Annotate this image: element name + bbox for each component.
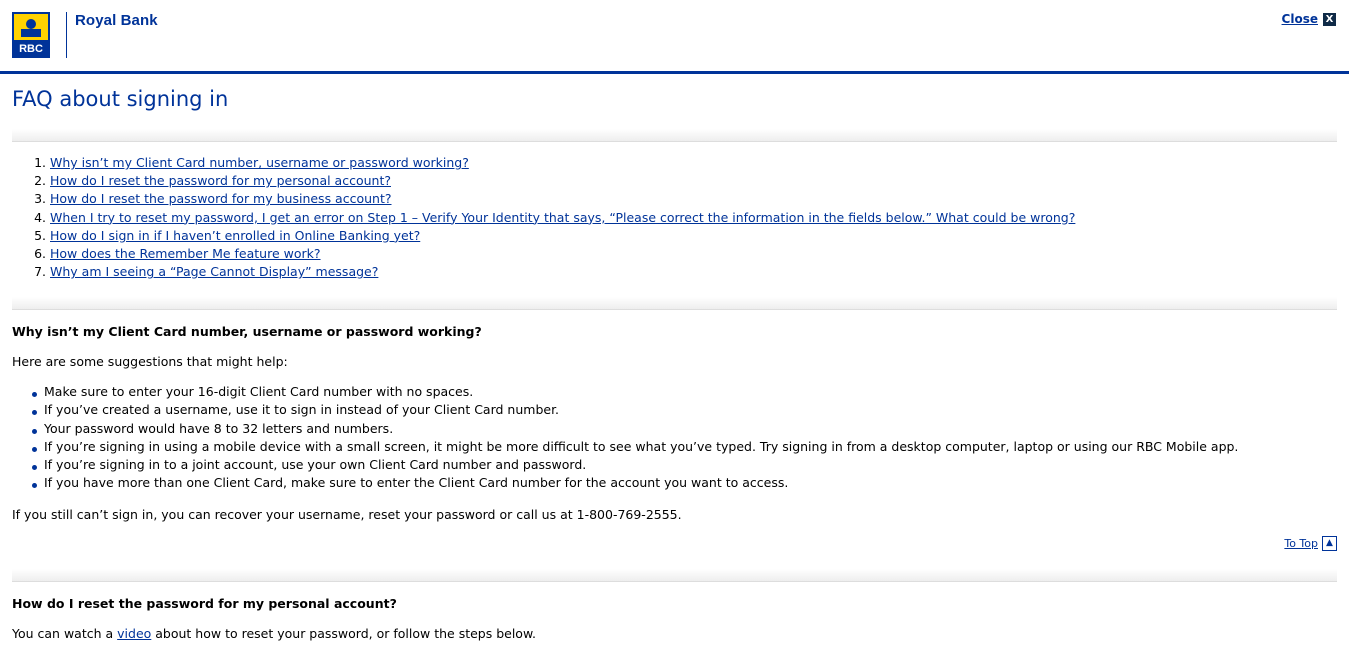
rbc-logo-icon: RBC [12, 12, 50, 58]
toc-item: When I try to reset my password, I get a… [50, 209, 1075, 227]
toc-item: Why isn’t my Client Card number, usernam… [50, 154, 1075, 172]
list-item-text: Make sure to enter your 16-digit Client … [44, 384, 474, 399]
toc-item: How do I sign in if I haven’t enrolled i… [50, 227, 1075, 245]
list-item: Make sure to enter your 16-digit Client … [12, 383, 1238, 401]
bullet-icon [32, 446, 37, 452]
section-separator [12, 129, 1337, 142]
section2-text-after: about how to reset your password, or fol… [151, 626, 537, 641]
toc-item: How do I reset the password for my busin… [50, 190, 1075, 208]
logo-divider [66, 12, 67, 58]
page-title: FAQ about signing in [12, 87, 229, 111]
page-header: RBC Royal Bank Close X [0, 0, 1349, 71]
section1-intro: Here are some suggestions that might hel… [12, 354, 288, 369]
toc-link-not-enrolled[interactable]: How do I sign in if I haven’t enrolled i… [50, 228, 420, 243]
list-item: If you have more than one Client Card, m… [12, 474, 1238, 492]
toc-item: How do I reset the password for my perso… [50, 172, 1075, 190]
close-icon[interactable]: X [1323, 12, 1336, 26]
toc-link-page-cannot-display[interactable]: Why am I seeing a “Page Cannot Display” … [50, 264, 378, 279]
list-item: If you’ve created a username, use it to … [12, 401, 1238, 419]
list-item-text: If you’re signing in using a mobile devi… [44, 438, 1239, 454]
to-top-link[interactable]: To Top ▲ [1284, 536, 1337, 551]
list-item-text: If you have more than one Client Card, m… [44, 475, 789, 491]
section2-heading: How do I reset the password for my perso… [12, 596, 397, 611]
section2-intro: You can watch a video about how to reset… [12, 626, 536, 641]
section-separator [12, 297, 1337, 310]
suggestions-list: Make sure to enter your 16-digit Client … [12, 383, 1238, 493]
header-divider [0, 71, 1349, 74]
close-label[interactable]: Close [1282, 12, 1318, 26]
list-item-text: If you’re signing in to a joint account,… [44, 457, 587, 473]
section1-closing: If you still can’t sign in, you can reco… [12, 507, 682, 522]
video-link[interactable]: video [117, 626, 151, 641]
bullet-icon [32, 483, 37, 489]
to-top-label[interactable]: To Top [1284, 537, 1318, 550]
section1-heading: Why isn’t my Client Card number, usernam… [12, 324, 482, 339]
bullet-icon [32, 410, 37, 416]
toc-link-remember-me[interactable]: How does the Remember Me feature work? [50, 246, 321, 261]
list-item: If you’re signing in using a mobile devi… [12, 438, 1238, 456]
list-item: If you’re signing in to a joint account,… [12, 456, 1238, 474]
rbc-logo-text: RBC [19, 43, 43, 55]
close-button[interactable]: Close X [1282, 12, 1336, 26]
list-item: Your password would have 8 to 32 letters… [12, 420, 1238, 438]
toc-item: How does the Remember Me feature work? [50, 245, 1075, 263]
list-item-text: Your password would have 8 to 32 letters… [44, 420, 394, 436]
toc-item: Why am I seeing a “Page Cannot Display” … [50, 263, 1075, 281]
toc-link-business-reset[interactable]: How do I reset the password for my busin… [50, 191, 392, 206]
toc-link-step1-error[interactable]: When I try to reset my password, I get a… [50, 210, 1075, 225]
faq-table-of-contents: Why isn’t my Client Card number, usernam… [12, 154, 1075, 281]
list-item-text: If you’ve created a username, use it to … [44, 402, 560, 418]
chevron-up-icon[interactable]: ▲ [1322, 536, 1337, 551]
toc-link-client-card[interactable]: Why isn’t my Client Card number, usernam… [50, 155, 469, 170]
bullet-icon [32, 392, 37, 397]
section2-text-before: You can watch a [12, 626, 118, 641]
section-separator [12, 569, 1337, 582]
bank-name: Royal Bank [75, 12, 158, 29]
toc-link-personal-reset[interactable]: How do I reset the password for my perso… [50, 173, 391, 188]
bullet-icon [32, 428, 37, 434]
bullet-icon [32, 465, 37, 471]
